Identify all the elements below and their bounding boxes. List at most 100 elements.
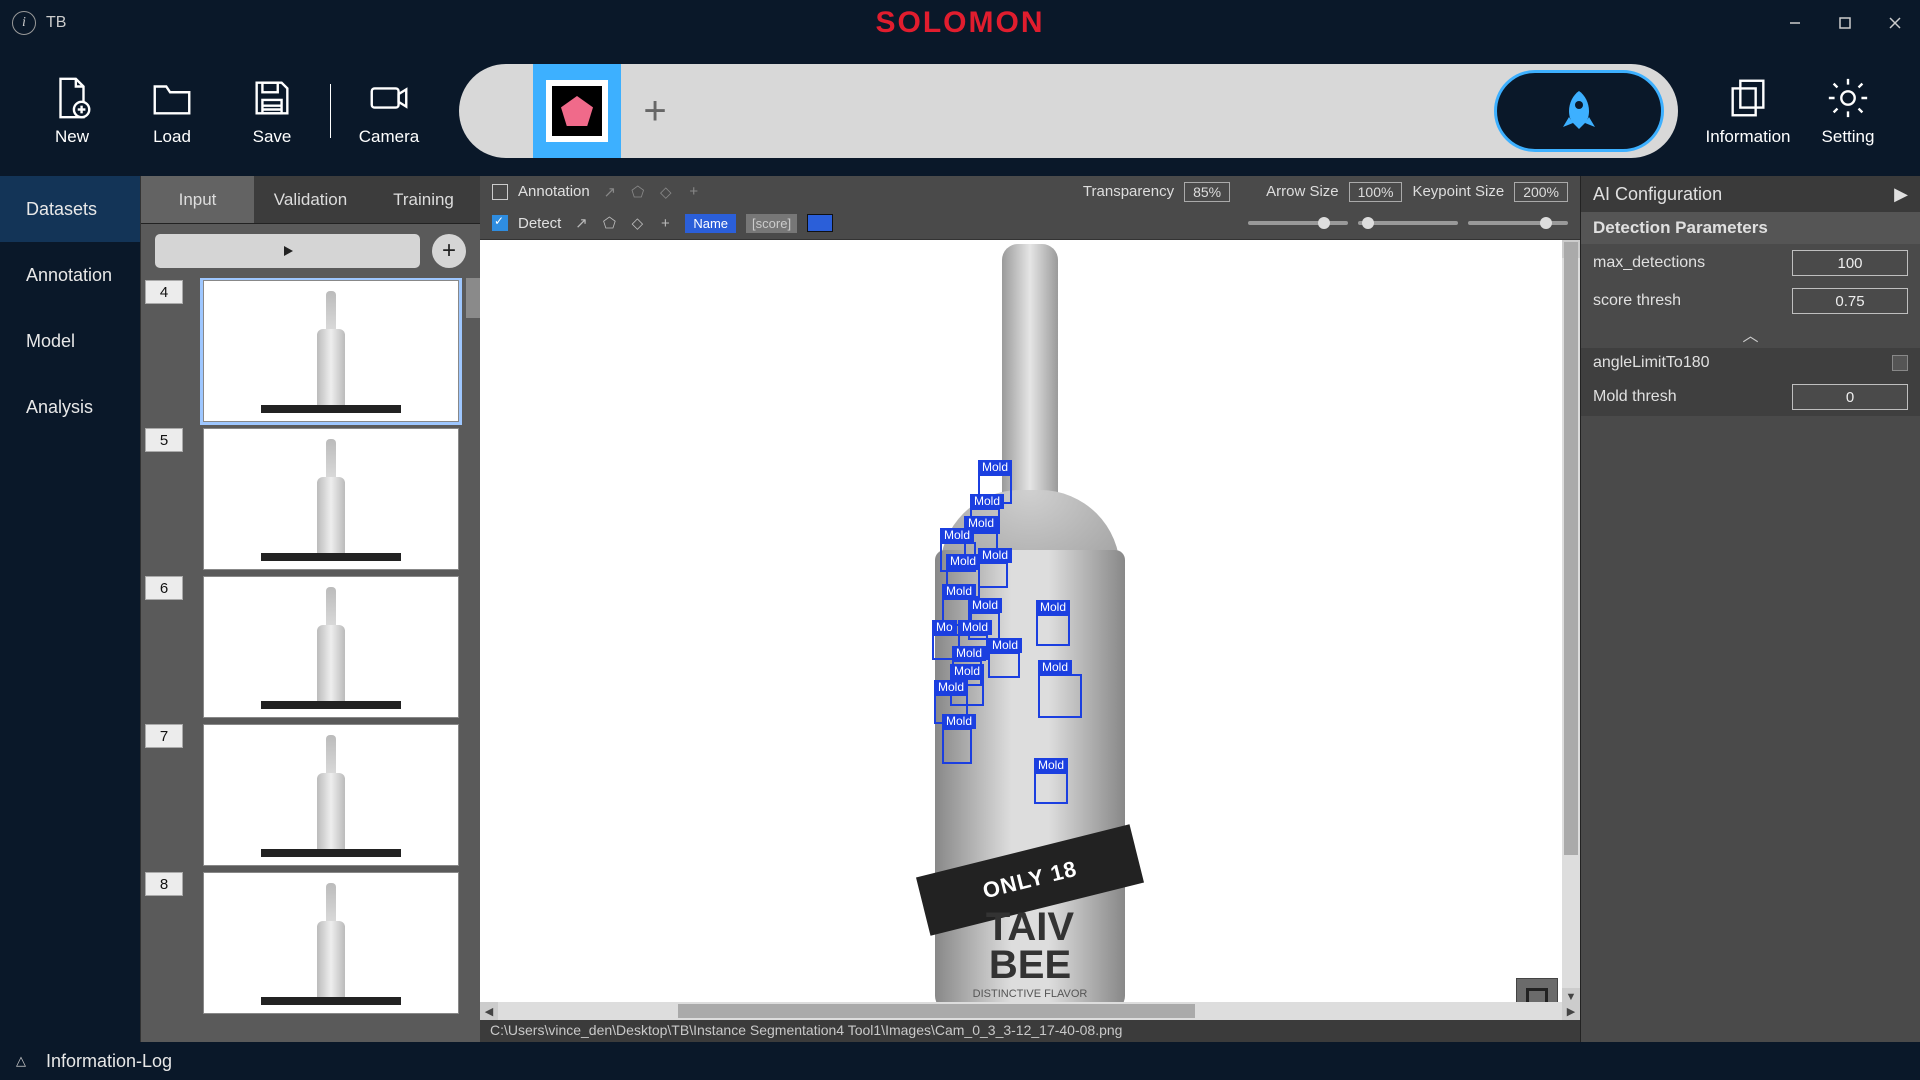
ai-config-header[interactable]: AI Configuration ▶ xyxy=(1581,176,1920,212)
name-pill[interactable]: Name xyxy=(685,214,736,233)
detection-color-swatch[interactable] xyxy=(807,214,833,232)
thumb-item[interactable]: 7 xyxy=(145,724,476,866)
scroll-left-icon[interactable]: ◀ xyxy=(480,1002,498,1020)
angle-limit-checkbox[interactable] xyxy=(1892,355,1908,371)
thumb-item[interactable]: 6 xyxy=(145,576,476,718)
setting-button[interactable]: Setting xyxy=(1798,75,1898,147)
canvas-vertical-scrollbar[interactable]: ▲ ▼ xyxy=(1562,240,1580,1006)
diamond-tool-icon[interactable]: ◇ xyxy=(656,182,676,202)
plus-tool-icon[interactable]: + xyxy=(684,182,704,202)
detection-box[interactable]: Mold xyxy=(988,652,1020,678)
leftnav-item-model[interactable]: Model xyxy=(0,308,140,374)
canvas-horizontal-scrollbar[interactable]: ◀ ▶ xyxy=(480,1002,1580,1020)
scroll-right-icon[interactable]: ▶ xyxy=(1562,1002,1580,1020)
expand-icon[interactable]: ↗ xyxy=(600,182,620,202)
camera-button[interactable]: Camera xyxy=(339,75,439,147)
pentagon-tool-icon[interactable]: ⬠ xyxy=(599,213,619,233)
status-log-label[interactable]: Information-Log xyxy=(46,1051,172,1072)
max-detections-label: max_detections xyxy=(1593,254,1705,272)
subtab-validation[interactable]: Validation xyxy=(254,176,367,223)
pentagon-tool-icon[interactable]: ⬠ xyxy=(628,182,648,202)
plus-tool-icon[interactable]: + xyxy=(655,213,675,233)
detection-label: Mold xyxy=(946,554,980,569)
thumb-index: 8 xyxy=(145,872,183,896)
thumb-index: 6 xyxy=(145,576,183,600)
right-panel: AI Configuration ▶ Detection Parameters … xyxy=(1580,176,1920,1042)
slider-1[interactable] xyxy=(1248,221,1348,225)
load-button[interactable]: Load xyxy=(122,75,222,147)
subtab-input[interactable]: Input xyxy=(141,176,254,223)
thumb-index: 7 xyxy=(145,724,183,748)
angle-limit-label: angleLimitTo180 xyxy=(1593,354,1710,372)
image-path: C:\Users\vince_den\Desktop\TB\Instance S… xyxy=(480,1020,1580,1042)
detection-box[interactable]: Mold xyxy=(942,728,972,764)
annotation-checkbox[interactable] xyxy=(492,184,508,200)
play-slider[interactable] xyxy=(155,234,420,268)
detection-box[interactable]: Mold xyxy=(1036,614,1070,646)
detection-label: Mold xyxy=(1034,758,1068,773)
information-label: Information xyxy=(1705,127,1790,147)
detection-label: Mold xyxy=(1036,600,1070,615)
thumb-image[interactable] xyxy=(203,872,459,1014)
chevron-right-icon[interactable]: ▶ xyxy=(1894,184,1908,205)
slider-2[interactable] xyxy=(1358,221,1458,225)
add-class-button[interactable]: + xyxy=(635,91,675,131)
camera-icon xyxy=(366,75,412,121)
detection-params-header: Detection Parameters xyxy=(1581,212,1920,244)
window-close-button[interactable] xyxy=(1870,0,1920,46)
run-inference-button[interactable] xyxy=(1494,70,1664,152)
subtab-training[interactable]: Training xyxy=(367,176,480,223)
new-button[interactable]: New xyxy=(22,75,122,147)
diamond-tool-icon[interactable]: ◇ xyxy=(627,213,647,233)
thumb-image[interactable] xyxy=(203,724,459,866)
detection-label: Mold xyxy=(968,598,1002,613)
detection-label: Mold xyxy=(950,664,984,679)
leftnav-item-annotation[interactable]: Annotation xyxy=(0,242,140,308)
detect-checkbox[interactable] xyxy=(492,215,508,231)
keypoint-size-value[interactable]: 200% xyxy=(1514,182,1568,202)
leftnav-item-analysis[interactable]: Analysis xyxy=(0,374,140,440)
titlebar: i TB SOLOMON xyxy=(0,0,1920,46)
arrow-size-value[interactable]: 100% xyxy=(1349,182,1403,202)
leftnav-item-datasets[interactable]: Datasets xyxy=(0,176,140,242)
class-chip-1[interactable] xyxy=(533,64,621,158)
score-pill[interactable]: [score] xyxy=(746,214,797,233)
thumb-image[interactable] xyxy=(203,280,459,422)
thumb-item[interactable]: 5 xyxy=(145,428,476,570)
detection-label: Mold xyxy=(952,646,986,661)
annotation-label: Annotation xyxy=(518,183,590,200)
collapse-toggle[interactable]: ︿ xyxy=(1581,320,1920,348)
detection-box[interactable]: Mold xyxy=(1034,772,1068,804)
thumb-item[interactable]: 8 xyxy=(145,872,476,1014)
thumb-image[interactable] xyxy=(203,576,459,718)
thumbnail-list[interactable]: 4 5 6 7 8 xyxy=(141,278,480,1042)
max-detections-input[interactable] xyxy=(1792,250,1908,276)
load-label: Load xyxy=(153,127,191,147)
toolbar-separator xyxy=(330,84,331,138)
save-label: Save xyxy=(253,127,292,147)
transparency-value[interactable]: 85% xyxy=(1184,182,1230,202)
score-thresh-input[interactable] xyxy=(1792,288,1908,314)
status-triangle-icon[interactable]: △ xyxy=(16,1053,26,1069)
detection-label: Mold xyxy=(970,494,1004,509)
bottle-subtext: DISTINCTIVE FLAVOR xyxy=(973,988,1088,1000)
mold-thresh-input[interactable] xyxy=(1792,384,1908,410)
detection-box[interactable]: Mold xyxy=(978,562,1008,588)
image-canvas[interactable]: ONLY 18 TAIVBEE DISTINCTIVE FLAVOR MoldM… xyxy=(480,240,1580,1002)
expand-icon[interactable]: ↗ xyxy=(571,213,591,233)
save-button[interactable]: Save xyxy=(222,75,322,147)
thumb-image[interactable] xyxy=(203,428,459,570)
pentagon-icon xyxy=(561,96,593,126)
information-button[interactable]: Information xyxy=(1698,75,1798,147)
detection-box[interactable]: Mold xyxy=(1038,674,1082,718)
add-image-button[interactable]: + xyxy=(432,234,466,268)
window-minimize-button[interactable] xyxy=(1770,0,1820,46)
thumb-item[interactable]: 4 xyxy=(145,280,476,422)
thumb-index: 5 xyxy=(145,428,183,452)
detection-label: Mold xyxy=(1038,660,1072,675)
slider-3[interactable] xyxy=(1468,221,1568,225)
save-icon xyxy=(249,75,295,121)
window-maximize-button[interactable] xyxy=(1820,0,1870,46)
file-new-icon xyxy=(49,75,95,121)
info-icon[interactable]: i xyxy=(12,11,36,35)
